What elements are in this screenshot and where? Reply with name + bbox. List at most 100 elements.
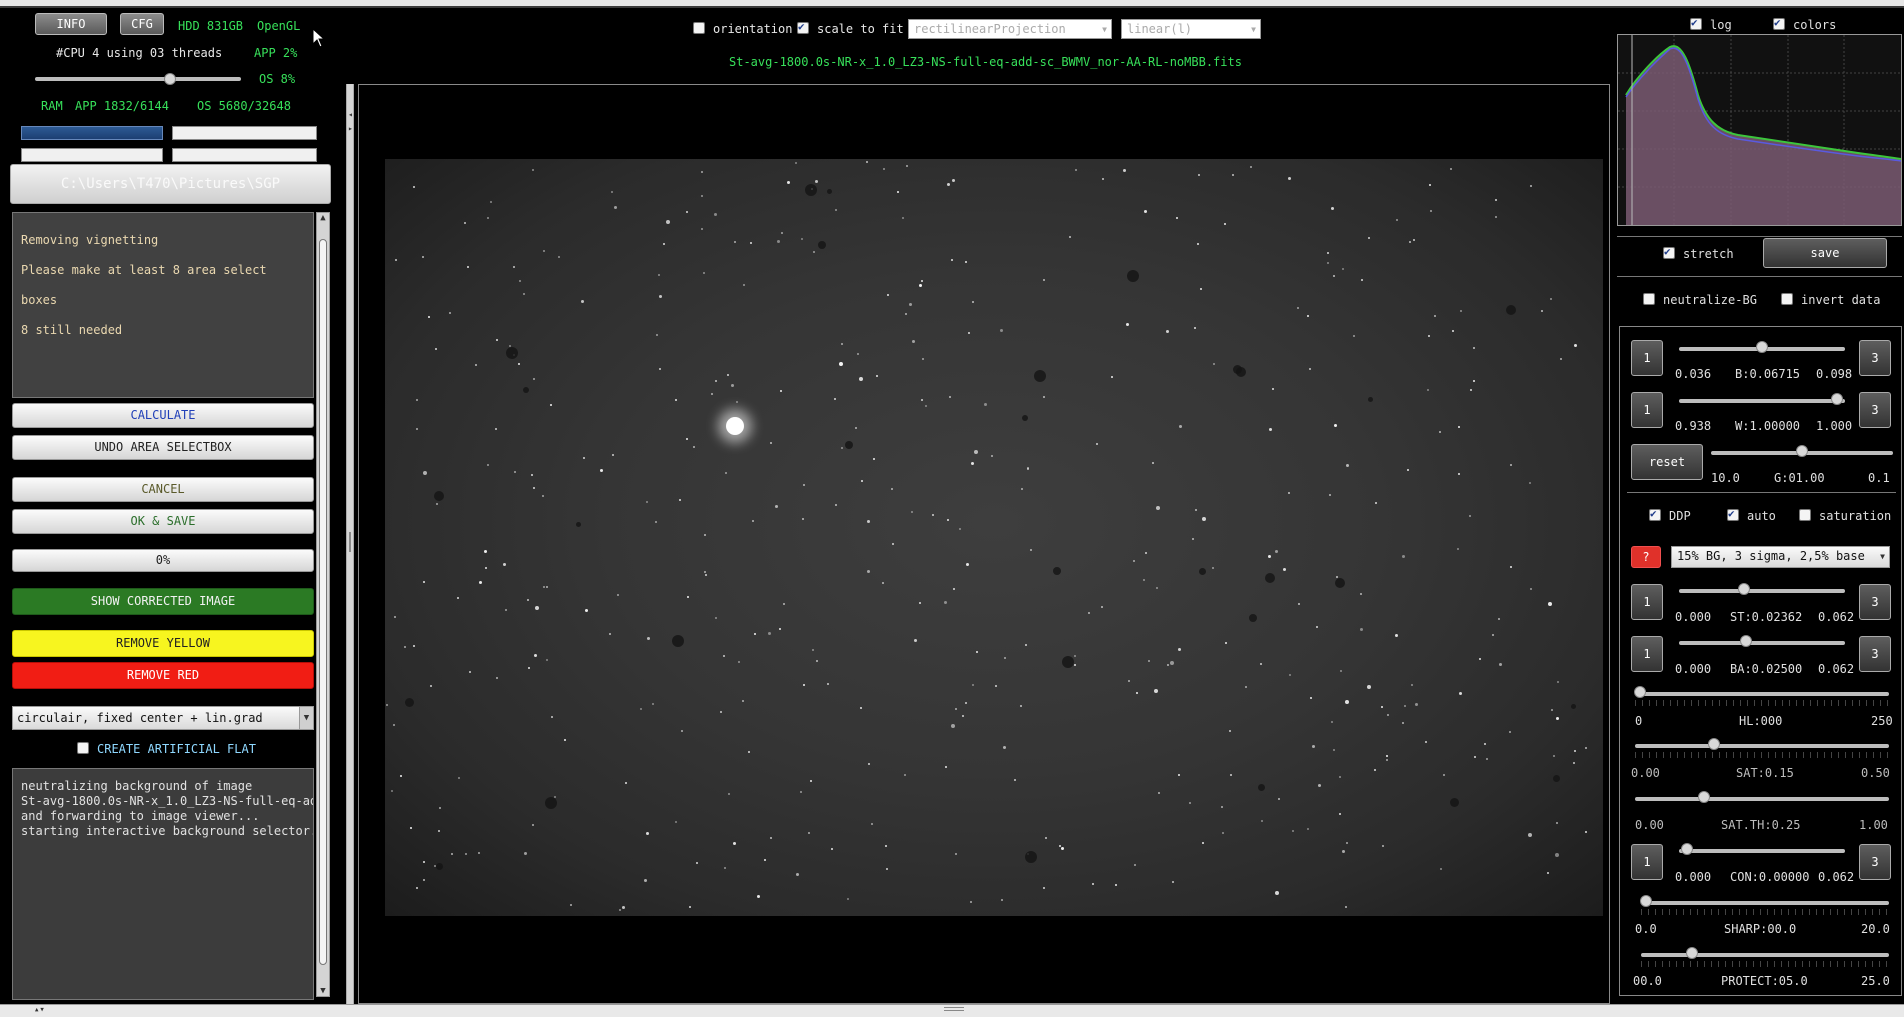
satth-slider-track[interactable]: [1635, 797, 1889, 801]
scale-to-fit-checkbox[interactable]: [797, 20, 809, 34]
create-artificial-flat-checkbox[interactable]: [77, 742, 89, 754]
star: [1245, 686, 1247, 688]
star: [404, 646, 406, 648]
ba-decrease-button[interactable]: 1: [1631, 636, 1663, 672]
undo-area-selectbox-button[interactable]: UNDO AREA SELECTBOX: [12, 435, 314, 460]
ba-min: 0.000: [1675, 662, 1712, 676]
info-button[interactable]: INFO: [35, 13, 107, 35]
mapping-select[interactable]: linear(l) ▼: [1121, 19, 1261, 39]
con-max: 0.062: [1818, 870, 1855, 884]
cancel-button[interactable]: CANCEL: [12, 477, 314, 502]
expand-right-icon[interactable]: ▸: [348, 124, 353, 133]
stretch-checkbox[interactable]: [1663, 245, 1675, 259]
star: [855, 427, 857, 429]
chevron-down-icon[interactable]: ▼: [299, 707, 313, 729]
show-corrected-image-button[interactable]: SHOW CORRECTED IMAGE: [12, 588, 314, 615]
protect-slider-track[interactable]: [1641, 953, 1889, 957]
con-slider-thumb[interactable]: [1681, 843, 1693, 855]
chevron-down-icon[interactable]: ▼: [1251, 21, 1256, 39]
ok-save-button[interactable]: OK & SAVE: [12, 509, 314, 534]
hl-slider-track[interactable]: [1635, 692, 1889, 696]
w-slider-thumb[interactable]: [1831, 393, 1843, 405]
invert-data-checkbox[interactable]: [1781, 293, 1793, 305]
slot-3[interactable]: [21, 148, 163, 162]
scroll-up-icon[interactable]: ▲: [318, 213, 328, 223]
ba-slider-track[interactable]: [1679, 641, 1845, 645]
image-viewer[interactable]: [358, 84, 1610, 1004]
star: [703, 272, 705, 274]
con-slider-track[interactable]: [1679, 849, 1845, 853]
neutralize-bg-checkbox[interactable]: [1643, 293, 1655, 305]
w-decrease-button[interactable]: 1: [1631, 392, 1663, 428]
splitter-grip[interactable]: [349, 532, 351, 552]
scroll-down-icon[interactable]: ▼: [318, 986, 328, 996]
collapse-panel-icon[interactable]: ▴▾: [34, 1005, 45, 1015]
remove-red-button[interactable]: REMOVE RED: [12, 662, 314, 689]
protect-slider-thumb[interactable]: [1686, 947, 1698, 959]
b-decrease-button[interactable]: 1: [1631, 340, 1663, 376]
g-slider-thumb[interactable]: [1796, 445, 1808, 457]
orientation-checkbox[interactable]: [693, 22, 705, 34]
colors-checkbox[interactable]: [1773, 16, 1785, 30]
star: [1382, 845, 1384, 847]
histogram[interactable]: [1617, 34, 1902, 226]
astro-image[interactable]: [385, 159, 1603, 916]
star: [696, 862, 698, 864]
auto-checkbox[interactable]: [1727, 507, 1739, 521]
left-scrollbar[interactable]: ▲ ▼: [316, 212, 330, 997]
star: [1307, 828, 1309, 830]
cfg-button[interactable]: CFG: [120, 13, 164, 35]
sat-slider-track[interactable]: [1635, 744, 1889, 748]
star: [887, 294, 889, 296]
log-checkbox[interactable]: [1690, 16, 1702, 30]
reset-button[interactable]: reset: [1631, 444, 1703, 480]
vignetting-method-select[interactable]: circulair, fixed center + lin.grad ▼: [12, 706, 314, 730]
hl-slider-thumb[interactable]: [1634, 686, 1646, 698]
st-slider-thumb[interactable]: [1738, 583, 1750, 595]
save-button[interactable]: save: [1763, 238, 1887, 268]
projection-select[interactable]: rectilinearProjection ▼: [908, 19, 1112, 39]
con-increase-button[interactable]: 3: [1859, 844, 1891, 880]
st-decrease-button[interactable]: 1: [1631, 584, 1663, 620]
star: [951, 259, 953, 261]
st-increase-button[interactable]: 3: [1859, 584, 1891, 620]
dust-spot: [436, 863, 443, 870]
b-slider-thumb[interactable]: [1756, 341, 1768, 353]
slot-1[interactable]: [21, 126, 163, 140]
remove-yellow-button[interactable]: REMOVE YELLOW: [12, 630, 314, 657]
horizontal-grip[interactable]: [944, 1007, 964, 1011]
w-slider-track[interactable]: [1679, 399, 1845, 403]
sharp-slider-track[interactable]: [1641, 901, 1889, 905]
threads-slider-thumb[interactable]: [164, 73, 176, 85]
star: [955, 708, 957, 710]
star: [1345, 906, 1347, 908]
star: [1413, 239, 1415, 241]
ba-slider-thumb[interactable]: [1740, 635, 1752, 647]
sat-slider-thumb[interactable]: [1708, 738, 1720, 750]
star: [1484, 743, 1486, 745]
star: [659, 368, 661, 370]
panel-splitter[interactable]: ◂ ▸: [346, 84, 354, 1004]
satth-slider-thumb[interactable]: [1698, 791, 1710, 803]
calculate-button[interactable]: CALCULATE: [12, 403, 314, 428]
chevron-down-icon[interactable]: ▼: [1102, 21, 1107, 39]
saturation-checkbox[interactable]: [1799, 509, 1811, 521]
chevron-down-icon[interactable]: ▼: [1880, 548, 1885, 566]
help-button[interactable]: ?: [1631, 546, 1661, 568]
collapse-left-icon[interactable]: ◂: [348, 110, 353, 119]
b-increase-button[interactable]: 3: [1859, 340, 1891, 376]
sharp-slider-thumb[interactable]: [1640, 895, 1652, 907]
directory-path-bar[interactable]: C:\Users\T470\Pictures\SGP: [10, 164, 331, 204]
ba-increase-button[interactable]: 3: [1859, 636, 1891, 672]
w-increase-button[interactable]: 3: [1859, 392, 1891, 428]
st-slider-track[interactable]: [1679, 589, 1845, 593]
preset-select[interactable]: 15% BG, 3 sigma, 2,5% base ▼: [1671, 546, 1890, 568]
instruction-line: 8 still needed: [21, 323, 123, 337]
slot-2[interactable]: [172, 126, 317, 140]
slot-4[interactable]: [172, 148, 317, 162]
threads-slider-track[interactable]: [35, 77, 241, 81]
ddp-checkbox[interactable]: [1649, 507, 1661, 521]
con-decrease-button[interactable]: 1: [1631, 844, 1663, 880]
satth-min: 0.00: [1635, 818, 1664, 832]
scrollbar-thumb[interactable]: [319, 239, 327, 965]
